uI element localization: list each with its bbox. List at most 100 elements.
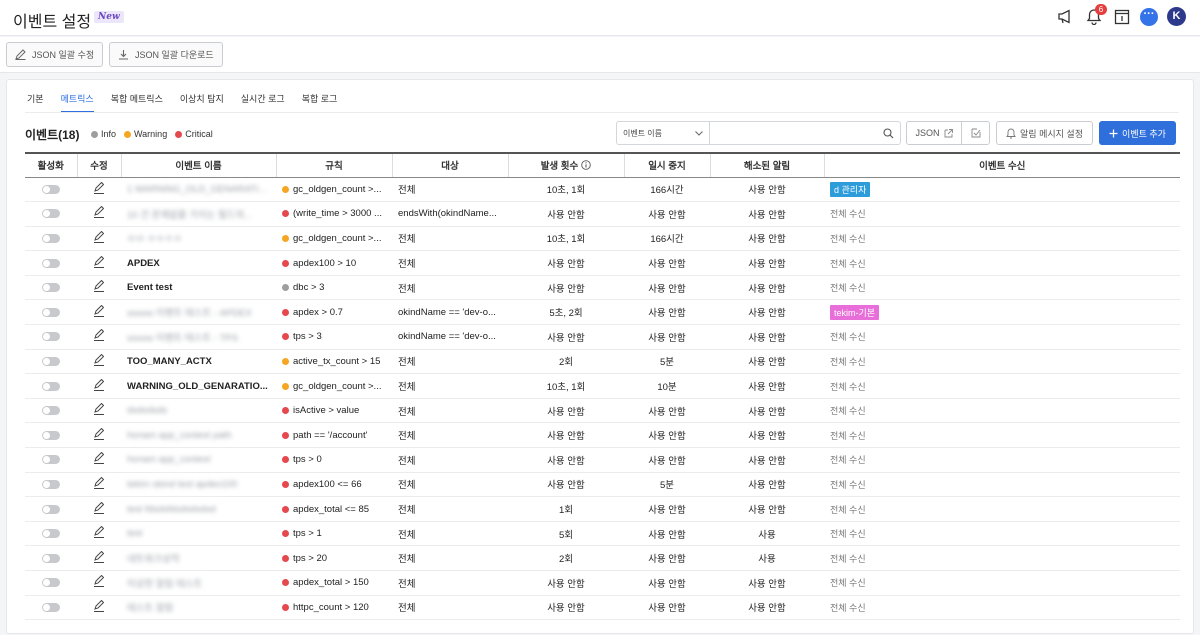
json-bulk-download-label: JSON 일괄 다운로드 (135, 50, 214, 60)
pencil-icon[interactable] (93, 452, 105, 465)
resolved-text: 사용 안함 (748, 578, 786, 590)
megaphone-icon[interactable] (1056, 7, 1075, 26)
enable-toggle[interactable] (42, 504, 60, 514)
enable-toggle[interactable] (42, 529, 60, 539)
level-dot-icon (282, 259, 289, 267)
enable-toggle[interactable] (42, 209, 60, 219)
pencil-icon[interactable] (93, 402, 105, 416)
count-text: 사용 안함 (547, 283, 585, 295)
json-bulk-download-button[interactable]: JSON 일괄 다운로드 (109, 42, 223, 67)
event-name[interactable]: honam app_context path (127, 430, 232, 441)
event-name[interactable]: 테스트 알람 (127, 603, 173, 614)
event-name[interactable]: Event test (127, 282, 172, 293)
avatar[interactable]: K (1167, 7, 1186, 26)
rule-cell: (write_time > 3000 ... (276, 201, 392, 227)
enable-toggle[interactable] (42, 455, 60, 465)
enable-toggle[interactable] (42, 406, 60, 416)
search-input[interactable] (710, 122, 883, 144)
tab-item[interactable]: 이상치 탐지 (180, 92, 224, 113)
alarm-message-settings-button[interactable]: 알림 메시지 설정 (996, 121, 1093, 145)
pencil-icon[interactable] (93, 279, 105, 293)
search-field-select[interactable]: 이벤트 이름 (617, 122, 710, 144)
calendar-info-icon[interactable] (1112, 7, 1131, 26)
enable-toggle[interactable] (42, 332, 60, 342)
enable-toggle[interactable] (42, 553, 60, 563)
pencil-icon[interactable] (93, 230, 105, 243)
event-name[interactable]: 1 WARNING_OLD_GENARATI... (127, 184, 266, 195)
bell-icon[interactable]: 6 (1084, 4, 1107, 26)
pencil-icon[interactable] (93, 501, 105, 514)
level-dot-icon (282, 603, 289, 611)
enable-toggle[interactable] (42, 258, 60, 268)
tab-item[interactable]: 복합 메트릭스 (111, 92, 163, 113)
json-bulk-edit-button[interactable]: JSON 일괄 수정 (6, 42, 104, 67)
rule-cell: isActive > value (276, 398, 392, 424)
enable-toggle[interactable] (42, 356, 60, 366)
tab-item[interactable]: 메트릭스 (60, 92, 94, 113)
enable-toggle[interactable] (42, 233, 60, 243)
event-name[interactable]: 네트워크성적 (127, 554, 179, 565)
download-icon (119, 50, 128, 60)
pencil-icon[interactable] (93, 550, 105, 563)
enable-toggle[interactable] (42, 184, 60, 194)
target-text: 전체 (398, 529, 416, 541)
enable-toggle[interactable] (42, 578, 60, 588)
event-name[interactable]: ooooo 이벤트 테스트 - TPS (127, 333, 238, 344)
event-name[interactable]: 10 건 문제없를 가지는 필드의... (127, 210, 252, 221)
pencil-icon[interactable] (93, 525, 105, 539)
rule-cell: gc_oldgen_count >... (276, 373, 392, 399)
count-text: 10초, 1회 (546, 185, 586, 197)
event-name[interactable]: dsdsdsds (127, 405, 167, 416)
tab-item[interactable]: 실시간 로그 (241, 92, 285, 113)
table-row: 10 건 문제없를 가지는 필드의... (write_time > 3000 .… (25, 201, 1180, 227)
pencil-icon[interactable] (93, 599, 105, 612)
rule-cell: apdex > 0.7 (276, 299, 392, 326)
enable-toggle[interactable] (42, 381, 60, 391)
enable-toggle[interactable] (42, 283, 60, 293)
info-icon[interactable] (581, 160, 592, 171)
enable-cell (25, 398, 77, 424)
pencil-icon[interactable] (93, 255, 105, 268)
enable-toggle[interactable] (42, 307, 60, 317)
pencil-icon[interactable] (93, 476, 105, 489)
tab-item[interactable]: 기본 (27, 92, 44, 113)
add-event-button[interactable]: 이벤트 추가 (1099, 121, 1176, 145)
resolved-text: 사용 안함 (748, 332, 786, 344)
json-edit-button[interactable] (962, 122, 989, 144)
event-name[interactable]: tekim okind test apdex100 (127, 479, 237, 490)
resolved-text: 사용 안함 (748, 185, 786, 197)
event-name[interactable]: APDEX (127, 258, 160, 269)
pencil-icon[interactable] (93, 304, 105, 317)
json-export-button[interactable]: JSON (907, 122, 962, 144)
pencil-icon[interactable] (93, 427, 105, 440)
receive-text: 전체 수신 (830, 578, 866, 589)
chat-icon[interactable]: ··· (1140, 7, 1158, 26)
table-header-row: 활성화 수정 이벤트 이름 규칙 대상 발생 횟수 일시 중지 해소된 알림 이벤트 수신 (25, 152, 1180, 178)
event-name[interactable]: WARNING_OLD_GENARATIO... (127, 381, 268, 392)
resolved-cell: 사용 (710, 545, 824, 571)
resolved-cell: 사용 안함 (710, 496, 824, 522)
target-cell: 전체 (392, 250, 508, 276)
pencil-icon[interactable] (93, 378, 105, 391)
event-name[interactable]: test (127, 528, 142, 539)
enable-toggle[interactable] (42, 479, 60, 489)
table-row: Event test dbc > 3 전체 사용 안함 사용 안함 사용 안함 전체 수신 (25, 275, 1180, 301)
resolved-cell: 사용 (710, 521, 824, 547)
enable-toggle[interactable] (42, 430, 60, 440)
resolved-cell: 사용 안함 (710, 250, 824, 276)
tab-item[interactable]: 복합 로그 (302, 92, 338, 113)
event-name[interactable]: TOO_MANY_ACTX (127, 356, 212, 367)
table-row: honam app_context path path == '/account'… (25, 422, 1180, 449)
pencil-icon[interactable] (93, 353, 105, 366)
enable-toggle[interactable] (42, 602, 60, 612)
event-name[interactable]: ㅁㅁ ㅇㅇㅇㅇ (127, 234, 182, 245)
event-name[interactable]: test fdsdsfdsdsdsdsd (127, 504, 216, 515)
pencil-icon[interactable] (93, 575, 105, 588)
target-text: 전체 (398, 578, 416, 590)
event-name[interactable]: honam app_context (127, 454, 210, 465)
pencil-icon[interactable] (93, 329, 105, 342)
event-name[interactable]: 이상한 알림 테스트 (127, 579, 202, 590)
event-name[interactable]: ooooo 이벤트 테스트 - APDEX (127, 308, 252, 319)
pencil-icon[interactable] (93, 181, 105, 194)
pencil-icon[interactable] (93, 206, 105, 219)
